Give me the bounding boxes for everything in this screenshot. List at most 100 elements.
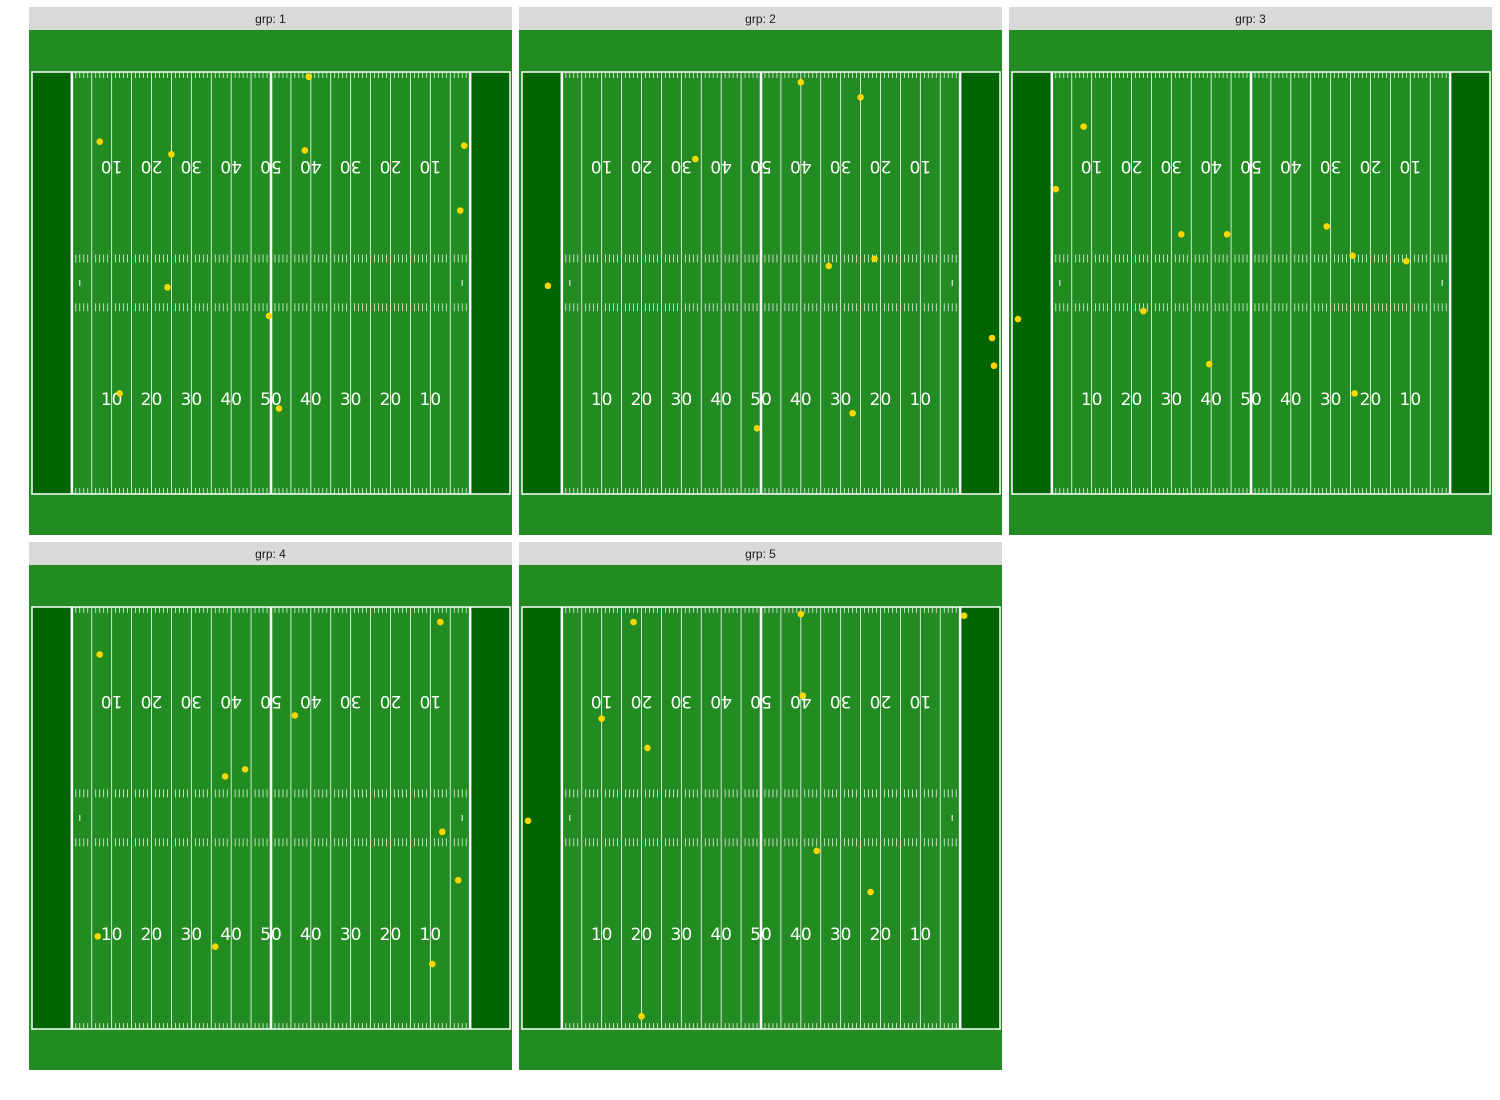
yard-number-label-inverted: 10 xyxy=(1400,156,1422,176)
data-point xyxy=(1080,123,1087,130)
yard-number-label-inverted: 50 xyxy=(750,691,772,711)
facet-panel-4: grp: 4 10 20 30 40 50 40 30 20 10 10 20 30 40 50 40 30 20… xyxy=(29,542,512,1070)
data-point xyxy=(849,409,856,417)
data-point xyxy=(799,692,807,699)
right-endzone xyxy=(470,607,510,1029)
football-field-plot: 10 20 30 40 50 40 30 20 1010 20 30 40 50 40 30 20 10 xyxy=(519,30,1002,535)
yard-number-label-inverted: 20 xyxy=(631,156,653,176)
data-point xyxy=(960,612,968,620)
yard-number-label: 50 xyxy=(260,925,282,945)
yard-number-label-inverted: 20 xyxy=(141,156,163,176)
yard-number-label-inverted: 10 xyxy=(101,691,123,711)
yard-number-label: 20 xyxy=(141,925,163,945)
yard-number-label-inverted: 40 xyxy=(710,691,732,711)
facet-panel-1: grp: 1 10 20 30 40 50 40 30 20 10 10 20 30 40 50 40 30 20… xyxy=(29,7,512,535)
data-point xyxy=(544,282,552,290)
data-point xyxy=(221,773,229,780)
data-point xyxy=(1052,185,1060,193)
yard-number-label: 10 xyxy=(1400,390,1422,410)
facet-strip-label: grp: 5 xyxy=(519,542,1002,565)
data-point xyxy=(1014,315,1022,323)
data-point xyxy=(638,1013,645,1020)
right-endzone xyxy=(470,72,510,494)
yard-number-label: 10 xyxy=(420,390,442,410)
yard-number-label: 40 xyxy=(220,925,242,945)
yard-number-label-inverted: 10 xyxy=(910,156,932,176)
yard-number-label: 10 xyxy=(101,925,123,945)
yard-number-label-inverted: 30 xyxy=(1320,156,1342,176)
data-point xyxy=(456,207,464,214)
yard-number-label-inverted: 20 xyxy=(1360,156,1382,176)
yard-number-label-inverted: 30 xyxy=(340,156,362,176)
yard-number-label: 30 xyxy=(340,390,362,410)
yard-number-label-inverted: 50 xyxy=(260,691,282,711)
yard-number-label: 30 xyxy=(1320,390,1342,410)
yard-number-label-inverted: 40 xyxy=(300,156,322,176)
yard-number-label-inverted: 20 xyxy=(380,156,402,176)
yard-lines xyxy=(1050,72,1452,494)
data-point xyxy=(211,943,219,950)
football-field-plot: 10 20 30 40 50 40 30 20 1010 20 30 40 50 40 30 20 10 xyxy=(29,30,512,535)
yard-number-label-inverted: 10 xyxy=(101,156,123,176)
facet-panel-3: grp: 3 10 20 30 40 50 40 30 20 10 10 20 30 40 50 40 30 20… xyxy=(1009,7,1492,535)
yard-number-label-inverted: 10 xyxy=(420,156,442,176)
data-point xyxy=(96,651,104,658)
yard-number-label-inverted: 40 xyxy=(300,691,322,711)
data-point xyxy=(1323,223,1330,230)
left-endzone xyxy=(32,72,72,494)
yard-number-label: 50 xyxy=(750,390,772,410)
yard-number-label: 20 xyxy=(1121,390,1143,410)
data-point xyxy=(1351,390,1358,397)
yard-number-label: 40 xyxy=(300,925,322,945)
data-point xyxy=(753,424,761,432)
yard-number-label-inverted: 20 xyxy=(1121,156,1143,176)
yard-number-label-inverted: 20 xyxy=(141,691,163,711)
data-point xyxy=(1349,252,1356,259)
data-point xyxy=(265,312,273,320)
yard-number-label: 30 xyxy=(340,925,362,945)
right-endzone xyxy=(960,72,1000,494)
yard-number-label: 40 xyxy=(710,390,732,410)
yard-number-label: 20 xyxy=(870,925,892,945)
data-point xyxy=(438,828,446,836)
yard-number-label-inverted: 20 xyxy=(870,156,892,176)
data-point xyxy=(275,405,283,412)
yard-number-label: 40 xyxy=(1200,390,1222,410)
yard-number-label: 10 xyxy=(910,925,932,945)
yard-number-label-inverted: 40 xyxy=(220,691,242,711)
yard-number-label: 10 xyxy=(420,925,442,945)
yard-number-label: 10 xyxy=(1081,390,1103,410)
yard-number-label: 10 xyxy=(591,925,613,945)
yard-number-label: 30 xyxy=(1161,390,1183,410)
yard-number-label: 40 xyxy=(790,390,812,410)
yard-number-label: 30 xyxy=(830,390,852,410)
data-point xyxy=(630,618,637,626)
yard-number-label: 40 xyxy=(300,390,322,410)
yard-number-label: 20 xyxy=(141,390,163,410)
right-endzone xyxy=(1450,72,1490,494)
data-point xyxy=(797,78,805,86)
data-point xyxy=(305,73,313,81)
yard-number-label-inverted: 20 xyxy=(380,691,402,711)
yard-number-label: 10 xyxy=(910,390,932,410)
facet-strip-label: grp: 3 xyxy=(1009,7,1492,30)
left-endzone xyxy=(522,72,562,494)
data-point xyxy=(990,362,998,370)
data-point xyxy=(857,94,864,101)
left-endzone xyxy=(1012,72,1052,494)
facet-panel-2: grp: 2 10 20 30 40 50 40 30 20 10 10 20 30 40 50 40 30 20… xyxy=(519,7,1002,535)
yard-number-label-inverted: 50 xyxy=(750,156,772,176)
yard-number-label: 30 xyxy=(671,925,693,945)
data-point xyxy=(867,888,874,896)
yard-number-label-inverted: 30 xyxy=(181,156,203,176)
yard-number-label: 20 xyxy=(870,390,892,410)
yard-number-label-inverted: 30 xyxy=(181,691,203,711)
yard-number-label-inverted: 30 xyxy=(1161,156,1183,176)
yard-number-label-inverted: 20 xyxy=(870,691,892,711)
football-field-plot: 10 20 30 40 50 40 30 20 1010 20 30 40 50 40 30 20 10 xyxy=(29,565,512,1070)
yard-number-label-inverted: 10 xyxy=(420,691,442,711)
yard-lines xyxy=(70,607,472,1029)
data-point xyxy=(301,147,309,154)
yard-number-label: 40 xyxy=(1280,390,1302,410)
yard-number-label-inverted: 40 xyxy=(220,156,242,176)
